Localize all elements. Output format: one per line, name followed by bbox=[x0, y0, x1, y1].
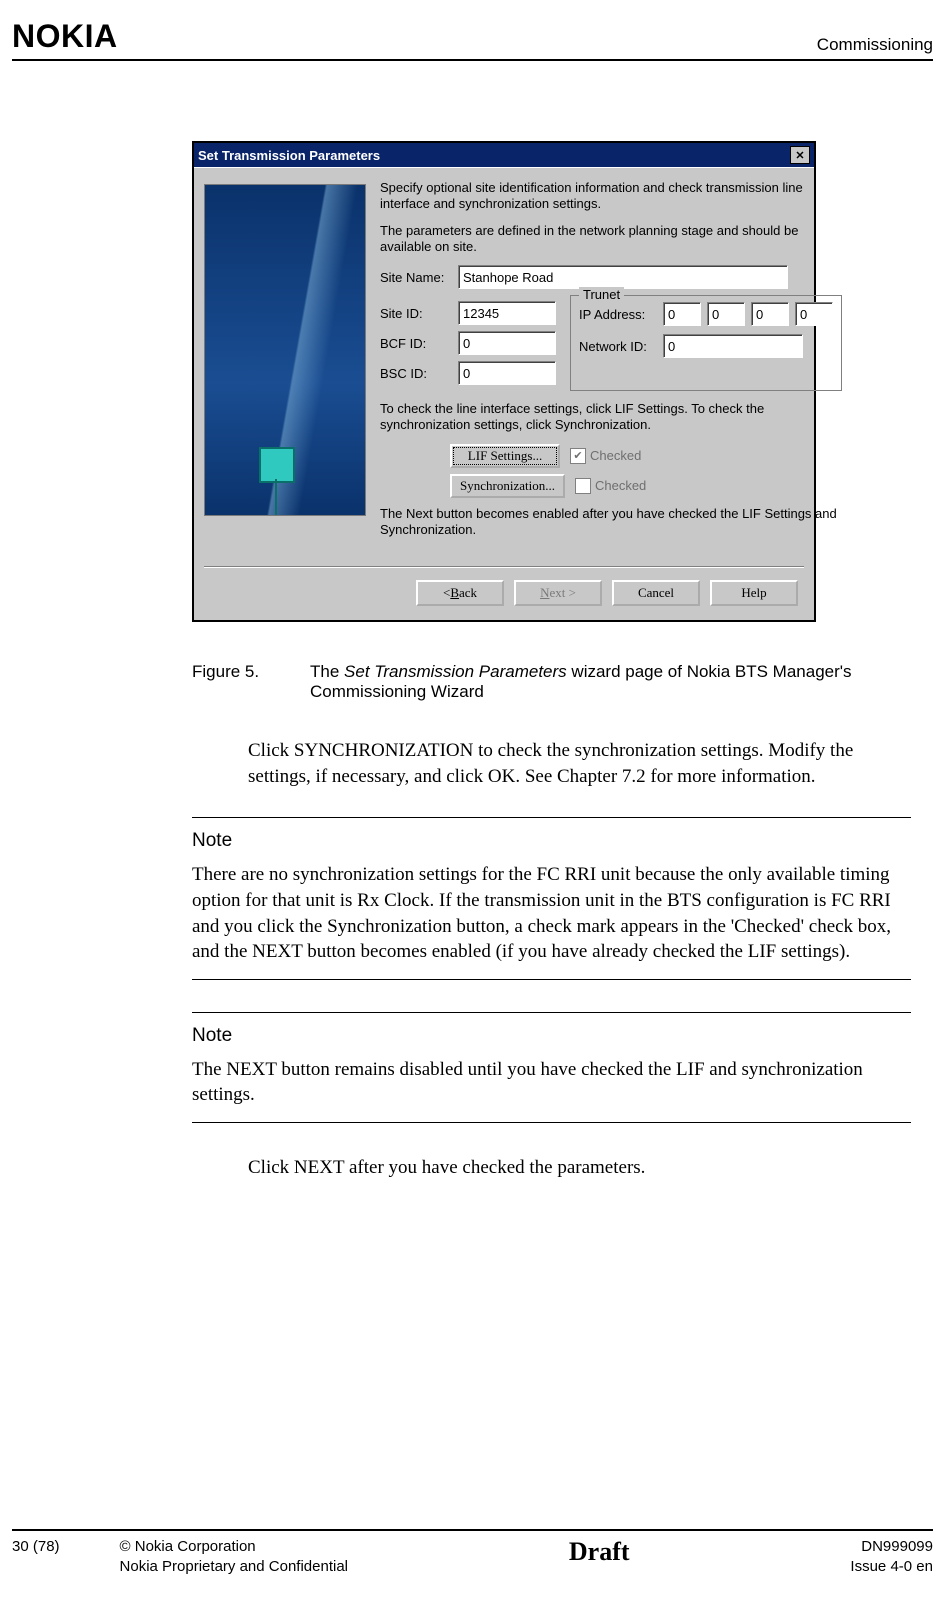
sync-checked-checkbox[interactable] bbox=[575, 478, 591, 494]
ip-octet-2-input[interactable] bbox=[707, 302, 745, 326]
sync-checked-label: Checked bbox=[595, 478, 646, 493]
section-title: Commissioning bbox=[817, 35, 933, 55]
figure-caption: Figure 5. The Set Transmission Parameter… bbox=[192, 662, 911, 702]
footer-issue: Issue 4-0 en bbox=[850, 1557, 933, 1577]
ip-octet-1-input[interactable] bbox=[663, 302, 701, 326]
titlebar: Set Transmission Parameters ✕ bbox=[194, 143, 814, 167]
titlebar-text: Set Transmission Parameters bbox=[198, 148, 380, 163]
lif-checked-checkbox[interactable]: ✔ bbox=[570, 448, 586, 464]
note-block-1: Note There are no synchronization settin… bbox=[192, 817, 911, 980]
dialog-intro-2: The parameters are defined in the networ… bbox=[380, 223, 842, 256]
bcf-id-input[interactable] bbox=[458, 331, 556, 355]
footer-page-number: 30 (78) bbox=[12, 1537, 60, 1578]
close-icon[interactable]: ✕ bbox=[790, 146, 810, 164]
back-button[interactable]: < Back bbox=[416, 580, 504, 606]
page-footer: 30 (78) © Nokia Corporation Nokia Propri… bbox=[12, 1529, 933, 1578]
brand-logo: NOKIA bbox=[12, 18, 118, 55]
label-bsc-id: BSC ID: bbox=[380, 366, 458, 381]
site-name-input[interactable] bbox=[458, 265, 788, 289]
next-button[interactable]: Next > bbox=[514, 580, 602, 606]
body-paragraph-2: Click NEXT after you have checked the pa… bbox=[248, 1155, 911, 1181]
label-site-name: Site Name: bbox=[380, 270, 458, 285]
dialog-intro-1: Specify optional site identification inf… bbox=[380, 180, 842, 213]
note-1-text: There are no synchronization settings fo… bbox=[192, 862, 911, 965]
label-network-id: Network ID: bbox=[579, 339, 657, 354]
ip-octet-4-input[interactable] bbox=[795, 302, 833, 326]
lif-settings-button[interactable]: LIF Settings... bbox=[450, 444, 560, 468]
footer-docnum: DN999099 bbox=[850, 1537, 933, 1557]
figure-number: Figure 5. bbox=[192, 662, 282, 702]
network-id-input[interactable] bbox=[663, 334, 803, 358]
synchronization-button[interactable]: Synchronization... bbox=[450, 474, 565, 498]
label-ip-address: IP Address: bbox=[579, 307, 657, 322]
dialog-set-transmission-parameters: Set Transmission Parameters ✕ bbox=[192, 141, 816, 622]
ip-octet-3-input[interactable] bbox=[751, 302, 789, 326]
trunet-group: Trunet IP Address: Network ID: bbox=[570, 295, 842, 391]
figure-text: The Set Transmission Parameters wizard p… bbox=[310, 662, 911, 702]
dialog-mid-text: To check the line interface settings, cl… bbox=[380, 401, 842, 434]
footer-watermark: Draft bbox=[569, 1537, 630, 1567]
cancel-button[interactable]: Cancel bbox=[612, 580, 700, 606]
site-id-input[interactable] bbox=[458, 301, 556, 325]
note-block-2: Note The NEXT button remains disabled un… bbox=[192, 1012, 911, 1123]
dialog-next-note: The Next button becomes enabled after yo… bbox=[380, 506, 842, 539]
bsc-id-input[interactable] bbox=[458, 361, 556, 385]
wizard-side-image bbox=[204, 184, 366, 516]
note-2-text: The NEXT button remains disabled until y… bbox=[192, 1057, 911, 1108]
note-1-title: Note bbox=[192, 830, 911, 852]
label-bcf-id: BCF ID: bbox=[380, 336, 458, 351]
footer-copyright: © Nokia Corporation bbox=[120, 1537, 348, 1557]
label-site-id: Site ID: bbox=[380, 306, 458, 321]
footer-confidential: Nokia Proprietary and Confidential bbox=[120, 1557, 348, 1577]
lif-checked-label: Checked bbox=[590, 448, 641, 463]
header-rule bbox=[12, 59, 933, 61]
help-button[interactable]: Help bbox=[710, 580, 798, 606]
trunet-legend: Trunet bbox=[579, 287, 624, 302]
body-paragraph-1: Click SYNCHRONIZATION to check the synch… bbox=[248, 738, 911, 789]
note-2-title: Note bbox=[192, 1025, 911, 1047]
